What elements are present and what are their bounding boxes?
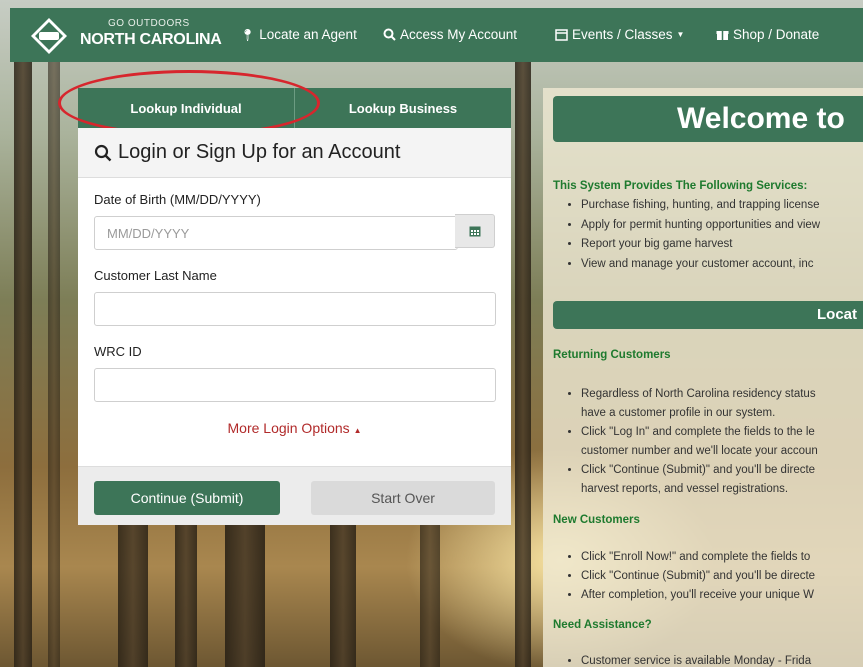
welcome-panel: Welcome to This System Provides The Foll… — [543, 88, 863, 667]
nav-events-classes[interactable]: Events / Classes ▼ — [555, 27, 684, 42]
list-item-continued: have a customer profile in our system. — [581, 407, 776, 419]
new-customers-heading: New Customers — [553, 514, 640, 526]
top-navbar: GO OUTDOORS NORTH CAROLINA 📍︎ Locate an … — [10, 8, 863, 62]
nav-shop-donate[interactable]: Shop / Donate — [716, 27, 819, 42]
more-options-label: More Login Options — [227, 420, 350, 436]
map-marker-icon: 📍︎ — [240, 27, 256, 42]
list-item: Click "Continue (Submit)" and you'll be … — [581, 567, 815, 586]
site-brand[interactable]: GO OUTDOORS NORTH CAROLINA — [80, 19, 222, 48]
login-panel-header: Login or Sign Up for an Account — [78, 128, 511, 178]
nav-label: Shop / Donate — [733, 27, 820, 42]
returning-customers-heading: Returning Customers — [553, 349, 671, 361]
last-name-input[interactable] — [94, 292, 496, 326]
search-icon — [94, 144, 112, 161]
need-assistance-heading: Need Assistance? — [553, 619, 652, 631]
list-item: Apply for permit hunting opportunities a… — [581, 216, 820, 236]
login-panel: Login or Sign Up for an Account Date of … — [78, 128, 511, 525]
login-panel-footer: Continue (Submit) Start Over — [78, 466, 511, 525]
list-item: Click "Enroll Now!" and complete the fie… — [581, 548, 815, 567]
continue-submit-button[interactable]: Continue (Submit) — [94, 481, 280, 515]
calendar-icon — [469, 226, 480, 237]
services-heading: This System Provides The Following Servi… — [553, 180, 808, 192]
nav-locate-agent[interactable]: 📍︎ Locate an Agent — [240, 27, 357, 42]
list-item: View and manage your customer account, i… — [581, 255, 820, 275]
assistance-list: Customer service is available Monday - F… — [581, 652, 811, 667]
brand-tagline: GO OUTDOORS — [108, 18, 190, 29]
caret-down-icon: ▼ — [676, 30, 685, 39]
brand-name: NORTH CAROLINA — [80, 31, 222, 48]
list-item: Click "Log In" and complete the fields t… — [581, 423, 818, 442]
nav-label: Events / Classes — [572, 27, 673, 42]
tab-lookup-business[interactable]: Lookup Business — [295, 88, 511, 128]
list-item: Customer service is available Monday - F… — [581, 652, 811, 667]
list-item: Click "Continue (Submit)" and you'll be … — [581, 461, 818, 480]
more-login-options-link[interactable]: More Login Options ▲ — [94, 420, 495, 436]
gift-icon — [716, 31, 729, 40]
list-item: After completion, you'll receive your un… — [581, 586, 815, 605]
last-name-field-group: Customer Last Name — [94, 268, 496, 326]
dob-field-group: Date of Birth (MM/DD/YYYY) — [94, 192, 495, 250]
dob-input[interactable] — [94, 216, 458, 250]
wrc-id-field-group: WRC ID — [94, 344, 496, 402]
list-item: Report your big game harvest — [581, 235, 820, 255]
welcome-title: Welcome to — [553, 96, 863, 142]
list-item-continued: customer number and we'll locate your ac… — [581, 445, 818, 457]
calendar-button[interactable] — [455, 214, 495, 248]
list-item: Regardless of North Carolina residency s… — [581, 385, 818, 404]
search-icon — [383, 28, 396, 41]
nav-access-account[interactable]: Access My Account — [383, 27, 517, 42]
calendar-icon — [555, 29, 568, 41]
tab-lookup-individual[interactable]: Lookup Individual — [78, 88, 295, 128]
login-title: Login or Sign Up for an Account — [118, 141, 401, 163]
services-list: Purchase fishing, hunting, and trapping … — [581, 196, 820, 274]
dob-label: Date of Birth (MM/DD/YYYY) — [94, 192, 261, 207]
caret-up-icon: ▲ — [353, 426, 362, 435]
nav-label: Locate an Agent — [259, 27, 357, 42]
ncwrc-logo-icon[interactable] — [30, 17, 68, 55]
list-item-continued: harvest reports, and vessel registration… — [581, 483, 789, 495]
new-customers-list: Click "Enroll Now!" and complete the fie… — [581, 548, 815, 605]
login-form: Date of Birth (MM/DD/YYYY) Customer Last… — [78, 178, 511, 466]
start-over-button[interactable]: Start Over — [311, 481, 495, 515]
lookup-tabs: Lookup Individual Lookup Business — [78, 88, 511, 128]
wrc-id-label: WRC ID — [94, 344, 142, 359]
returning-customers-list: Regardless of North Carolina residency s… — [581, 385, 818, 499]
wrc-id-input[interactable] — [94, 368, 496, 402]
locate-account-bar: Locat — [553, 301, 863, 329]
last-name-label: Customer Last Name — [94, 268, 217, 283]
list-item: Purchase fishing, hunting, and trapping … — [581, 196, 820, 216]
nav-label: Access My Account — [400, 27, 518, 42]
